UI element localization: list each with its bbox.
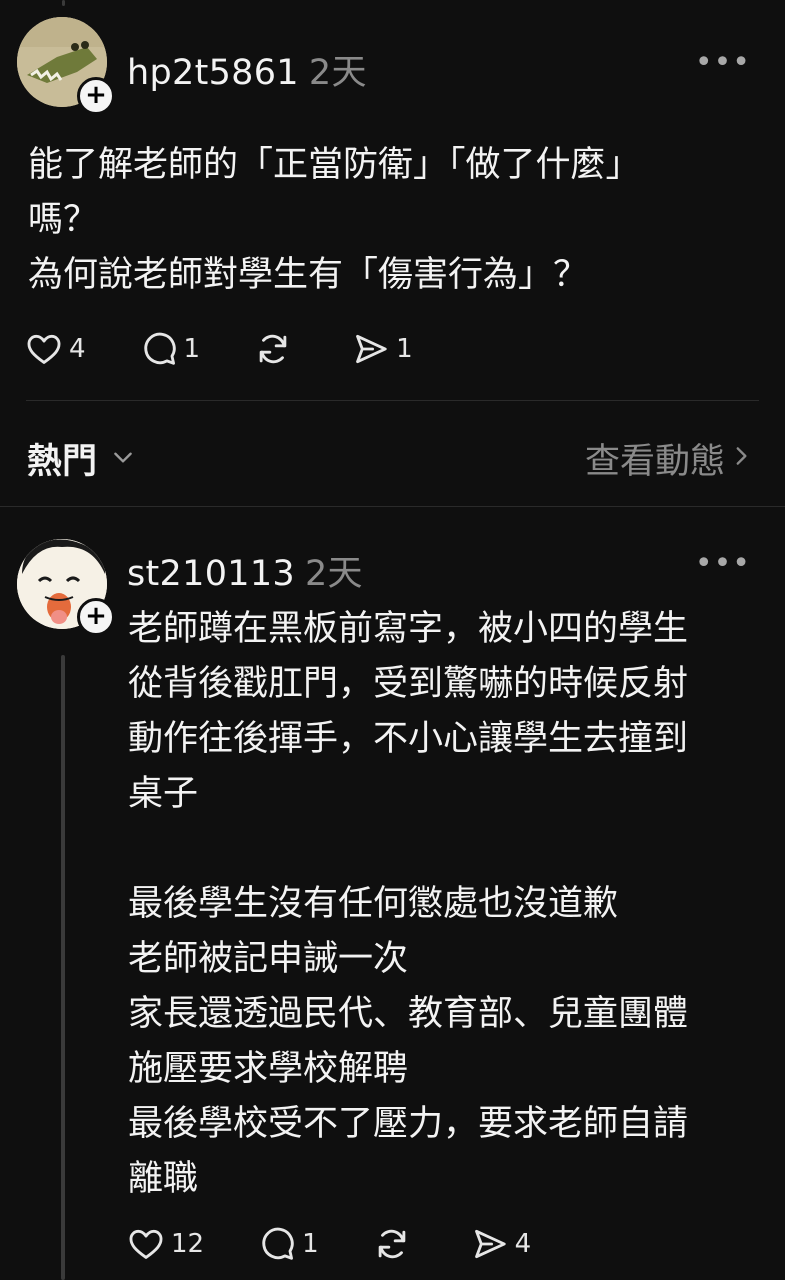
repost-button[interactable] <box>254 330 298 368</box>
follow-button[interactable]: + <box>77 77 115 115</box>
post-author[interactable]: hp2t5861 2天 <box>127 44 367 95</box>
chevron-down-icon[interactable] <box>110 444 136 470</box>
share-count: 1 <box>396 334 413 364</box>
username[interactable]: st210113 <box>127 554 295 594</box>
comment-icon <box>143 332 176 365</box>
heart-icon <box>27 334 61 364</box>
send-icon <box>474 1229 506 1259</box>
post-text: 能了解老師的「正當防衛」「做了什麼」 嗎？ 為何說老師對學生有「傷害行為」？ <box>28 145 641 295</box>
repost-icon <box>378 1229 405 1259</box>
reply-count: 1 <box>183 334 201 364</box>
reply-button[interactable]: 1 <box>140 330 201 368</box>
username[interactable]: hp2t5861 <box>127 53 299 93</box>
like-button[interactable]: 12 <box>127 1225 204 1263</box>
comment-icon <box>262 1227 294 1260</box>
more-icon[interactable]: ••• <box>695 45 751 80</box>
like-count: 12 <box>171 1229 205 1259</box>
thread-connector <box>61 655 65 1280</box>
timestamp: 2天 <box>308 53 367 93</box>
like-button[interactable]: 4 <box>25 330 86 368</box>
share-button[interactable]: 4 <box>471 1225 532 1263</box>
plus-icon: + <box>85 80 107 110</box>
replies-sort-bar: 熱門 查看動態 <box>0 402 785 506</box>
timestamp: 2天 <box>304 554 363 594</box>
post-text: 老師蹲在黑板前寫字，被小四的學生 從背後戳肛門，受到驚嚇的時候反射 動作往後揮手… <box>128 609 689 1199</box>
like-count: 4 <box>69 334 86 364</box>
post-actions: 4 1 1 <box>25 330 467 368</box>
share-count: 4 <box>514 1229 532 1259</box>
reply-count: 1 <box>302 1229 319 1259</box>
follow-button[interactable]: + <box>77 598 115 636</box>
heart-icon <box>129 1229 163 1259</box>
divider <box>26 400 759 401</box>
divider <box>0 506 785 507</box>
share-button[interactable]: 1 <box>352 330 413 368</box>
post-author[interactable]: st210113 2天 <box>127 545 363 596</box>
post-actions: 12 1 4 <box>127 1225 585 1263</box>
reply-button[interactable]: 1 <box>258 1225 319 1263</box>
repost-button[interactable] <box>373 1225 417 1263</box>
view-activity-link[interactable]: 查看動態 <box>585 433 725 484</box>
chevron-right-icon[interactable] <box>733 443 749 469</box>
repost-icon <box>259 334 287 364</box>
sort-dropdown[interactable]: 熱門 <box>27 433 97 484</box>
send-icon <box>356 334 387 364</box>
plus-icon: + <box>85 601 107 631</box>
more-icon[interactable]: ••• <box>695 546 751 581</box>
